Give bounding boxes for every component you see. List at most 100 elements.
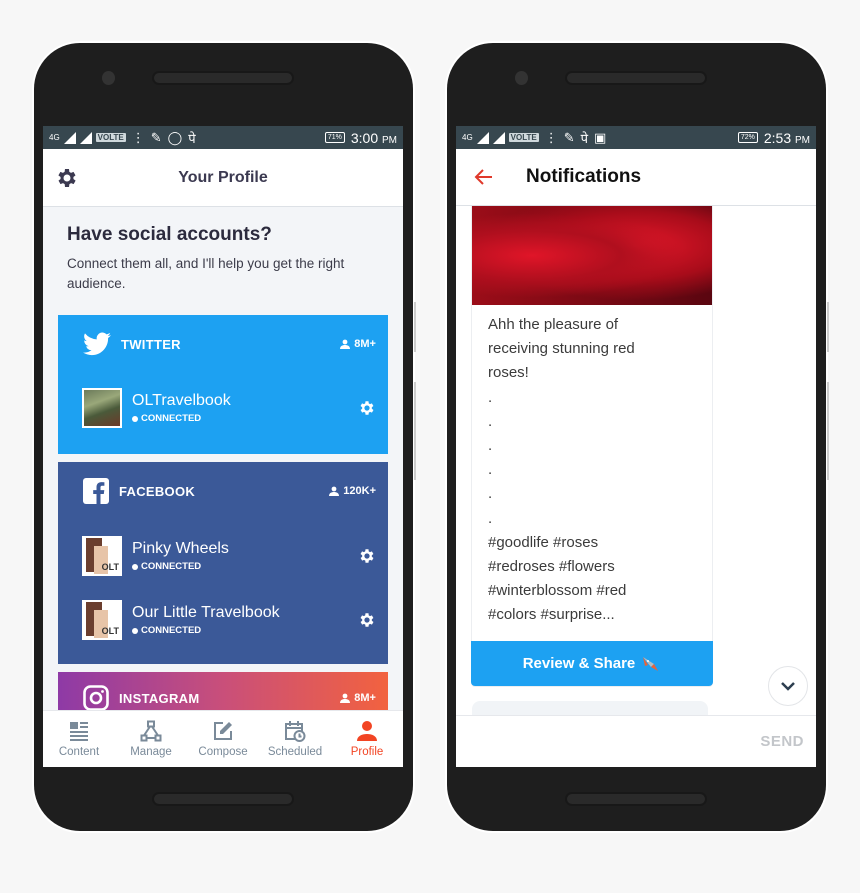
nav-content[interactable]: Content <box>43 711 115 767</box>
volume-button <box>414 302 416 352</box>
post-line: . <box>488 437 493 455</box>
network-name: INSTAGRAM <box>119 690 200 706</box>
person-icon <box>340 339 351 349</box>
pe-icon: पे <box>580 130 589 146</box>
account-row[interactable]: OLTravelbook CONNECTED <box>82 387 376 429</box>
app-bar: Your Profile <box>43 149 403 207</box>
signal-icon <box>476 131 489 144</box>
network-type: 4G <box>462 133 473 142</box>
nav-scheduled[interactable]: Scheduled <box>259 711 331 767</box>
status-label: CONNECTED <box>141 413 202 424</box>
nav-profile[interactable]: Profile <box>331 711 403 767</box>
audience-value: 8M+ <box>354 338 376 350</box>
clock-ampm: PM <box>382 134 397 146</box>
facebook-card: FACEBOOK 120K+ OLT Pinky Wheels CONNECTE… <box>58 462 388 664</box>
instagram-card-header: INSTAGRAM 8M+ <box>83 684 376 710</box>
clock-ampm: PM <box>795 134 810 146</box>
battery-indicator: 71% <box>324 132 345 143</box>
more-icon: ⋮ <box>131 129 145 145</box>
pe-icon: पे <box>188 130 196 146</box>
arrow-left-icon[interactable] <box>474 167 494 187</box>
rocket-icon <box>643 656 659 671</box>
post-card: Ahh the pleasure of receiving stunning r… <box>471 206 713 687</box>
post-line: #colors #surprise... <box>488 606 615 624</box>
bottom-speaker <box>567 794 705 804</box>
app-bar: Notifications <box>456 149 816 206</box>
clock: 2:53 PM <box>764 130 810 146</box>
send-button[interactable]: SEND <box>760 733 804 750</box>
message-composer[interactable]: SEND <box>456 715 816 767</box>
earpiece <box>154 73 292 83</box>
clock-time: 3:00 <box>350 129 379 146</box>
gear-icon[interactable] <box>358 611 376 629</box>
person-icon <box>340 693 351 703</box>
avatar: OLT <box>82 600 122 640</box>
avatar <box>82 388 122 428</box>
more-icon: ⋮ <box>544 129 558 145</box>
earpiece <box>567 73 705 83</box>
post-line: #redroses #flowers <box>488 558 615 576</box>
scheduled-icon <box>285 721 306 742</box>
audience-value: 120K+ <box>343 485 376 497</box>
status-dot <box>132 563 138 570</box>
phone-left: 4G VOLTE ⋮ ✎ ◯ पे 71% 3:00 PM Your Profi… <box>34 43 413 831</box>
post-text: Ahh the pleasure of receiving stunning r… <box>472 305 712 628</box>
page-title: Notifications <box>526 166 642 187</box>
nav-label: Manage <box>130 746 172 758</box>
image-icon: ▣ <box>594 129 607 145</box>
post-line: roses! <box>488 364 529 382</box>
gear-icon[interactable] <box>55 166 79 190</box>
next-post-card <box>472 701 708 716</box>
status-dot <box>132 415 138 422</box>
facebook-card-header: FACEBOOK 120K+ <box>83 477 376 505</box>
audience-value: 8M+ <box>354 692 376 704</box>
network-type: 4G <box>49 133 60 142</box>
status-bar: 4G VOLTE ⋮ ✎ पे ▣ 72% 2:53 PM <box>456 126 816 149</box>
account-name: OLTravelbook <box>132 392 231 409</box>
account-name: Our Little Travelbook <box>132 604 280 621</box>
notification-feed: Ahh the pleasure of receiving stunning r… <box>456 206 816 716</box>
phone-right: 4G VOLTE ⋮ ✎ पे ▣ 72% 2:53 PM Notificati… <box>447 43 826 831</box>
battery-saver-icon: ✎ <box>563 129 575 145</box>
page-title: Your Profile <box>178 168 268 186</box>
post-line: . <box>488 388 493 406</box>
avatar: OLT <box>82 536 122 576</box>
gear-icon[interactable] <box>358 399 376 417</box>
nav-manage[interactable]: Manage <box>115 711 187 767</box>
manage-icon <box>140 720 162 742</box>
twitter-icon <box>83 332 111 356</box>
status-dot <box>132 627 138 634</box>
network-name: TWITTER <box>121 336 181 352</box>
post-line: . <box>488 485 493 503</box>
account-row[interactable]: OLT Our Little Travelbook CONNECTED <box>82 599 376 641</box>
content-icon <box>70 722 88 741</box>
person-icon <box>329 486 340 496</box>
avatar-text: OLT <box>101 562 119 572</box>
front-camera <box>515 71 528 85</box>
compose-icon <box>214 722 232 740</box>
intro: Have social accounts? Connect them all, … <box>43 207 403 294</box>
nav-compose[interactable]: Compose <box>187 711 259 767</box>
twitter-card: TWITTER 8M+ OLTravelbook CONNECTED <box>58 315 388 454</box>
profile-screen: 4G VOLTE ⋮ ✎ ◯ पे 71% 3:00 PM Your Profi… <box>43 126 403 767</box>
post-image[interactable] <box>472 206 712 305</box>
nav-label: Scheduled <box>267 746 323 758</box>
audience-count: 8M+ <box>340 692 376 704</box>
status-label: CONNECTED <box>141 561 202 572</box>
post-line: #winterblossom #red <box>488 582 627 600</box>
twitter-card-header: TWITTER 8M+ <box>83 330 376 358</box>
bottom-speaker <box>154 794 292 804</box>
gear-icon[interactable] <box>358 547 376 565</box>
volume-button <box>827 302 829 352</box>
front-camera <box>102 71 115 85</box>
scroll-down-button[interactable] <box>768 666 808 706</box>
clock-time: 2:53 <box>763 129 792 146</box>
account-row[interactable]: OLT Pinky Wheels CONNECTED <box>82 535 376 577</box>
chevron-down-icon <box>781 682 795 691</box>
status-bar: 4G VOLTE ⋮ ✎ ◯ पे 71% 3:00 PM <box>43 126 403 149</box>
audience-count: 8M+ <box>340 338 376 350</box>
connected-status: CONNECTED <box>132 625 280 636</box>
profile-content: Have social accounts? Connect them all, … <box>43 207 403 710</box>
battery-saver-icon: ✎ <box>150 129 162 145</box>
review-share-button[interactable]: Review & Share <box>471 641 713 686</box>
